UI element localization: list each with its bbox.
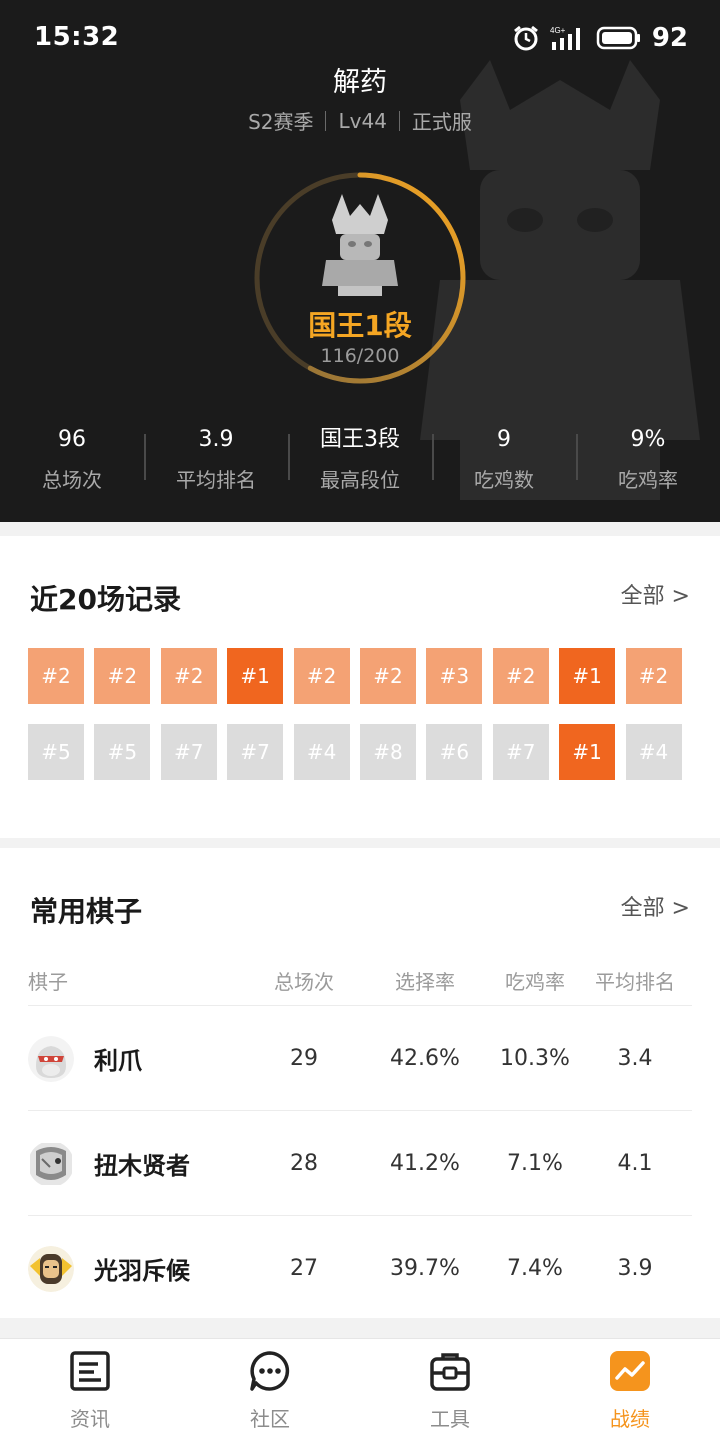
match-result-tile[interactable]: #6: [426, 724, 483, 780]
match-result-tile[interactable]: #1: [559, 648, 616, 704]
news-icon: [70, 1351, 110, 1391]
rank-progress-text: 116/200: [320, 345, 400, 367]
svg-text:4G+: 4G+: [550, 26, 566, 35]
recent-matches-card: 近20场记录 全部 > #2 #2 #2 #1 #2 #2 #3 #2 #1 #2 #5 #5 #7 #7…: [0, 536, 720, 838]
piece-win-rate: 7.1%: [507, 1151, 563, 1176]
piece-name: 光羽斥候: [94, 1257, 190, 1285]
tab-stats[interactable]: 战绩: [540, 1339, 720, 1440]
common-pieces-more-link[interactable]: 全部 >: [621, 890, 690, 922]
match-result-tile[interactable]: #2: [94, 648, 151, 704]
piece-games: 28: [290, 1151, 318, 1176]
match-result-tile[interactable]: #7: [160, 724, 217, 780]
match-result-tile[interactable]: #8: [359, 724, 416, 780]
stats-chart-icon: [610, 1351, 650, 1391]
stat-highest-rank: 国王3段 最高段位: [288, 424, 432, 493]
status-time: 15:32: [34, 22, 120, 52]
piece-pick-rate: 42.6%: [390, 1046, 460, 1071]
scout-avatar-icon: [28, 1245, 74, 1292]
piece-games: 27: [290, 1256, 318, 1281]
bottom-tab-bar: 资讯 社区 工具 战绩: [0, 1338, 720, 1440]
header-pick-rate: 选择率: [395, 969, 455, 994]
piece-name: 利爪: [94, 1047, 142, 1075]
king-rank-icon: [322, 194, 398, 296]
chat-icon: [250, 1351, 290, 1391]
piece-avg-rank: 4.1: [617, 1151, 653, 1176]
header-games: 总场次: [274, 969, 334, 994]
match-result-tile[interactable]: #2: [293, 648, 350, 704]
table-row[interactable]: 利爪 29 42.6% 10.3% 3.4: [28, 1005, 692, 1110]
stat-total-games: 96 总场次: [42, 427, 102, 492]
piece-name: 扭木贤者: [94, 1152, 190, 1180]
tab-community[interactable]: 社区: [180, 1339, 360, 1440]
match-result-tile[interactable]: #1: [227, 648, 284, 704]
stat-avg-rank: 3.9 平均排名: [144, 424, 288, 493]
match-result-tile[interactable]: #4: [625, 724, 682, 780]
match-result-tile[interactable]: #2: [359, 648, 416, 704]
match-result-tile[interactable]: #2: [28, 648, 84, 704]
header-win-rate: 吃鸡率: [505, 969, 565, 994]
level-label: Lv44: [338, 108, 387, 133]
claw-avatar-icon: [28, 1035, 74, 1082]
alarm-icon: [513, 25, 538, 51]
match-result-tile[interactable]: #5: [28, 724, 84, 780]
piece-avg-rank: 3.4: [617, 1046, 653, 1071]
current-rank: 国王1段: [308, 309, 412, 342]
sage-avatar-icon: [30, 1142, 72, 1185]
stat-win-rate: 9% 吃鸡率: [576, 424, 720, 493]
tab-stats-label: 战绩: [610, 1407, 650, 1431]
match-result-tile[interactable]: #1: [559, 724, 616, 780]
signal-icon: 4G+: [550, 26, 580, 50]
tab-tools-label: 工具: [430, 1407, 470, 1431]
recent-matches-more-link[interactable]: 全部 >: [621, 578, 690, 610]
match-grid: #2 #2 #2 #1 #2 #2 #3 #2 #1 #2 #5 #5 #7 #7 #4 #8 #6 #7 #1 #4: [28, 648, 692, 780]
match-result-tile[interactable]: #4: [293, 724, 350, 780]
piece-games: 29: [290, 1046, 318, 1071]
match-result-tile[interactable]: #3: [426, 648, 483, 704]
tab-community-label: 社区: [250, 1407, 290, 1431]
stat-wins: 9 吃鸡数: [432, 424, 576, 493]
server-label: 正式服: [411, 110, 472, 134]
match-result-tile[interactable]: #5: [94, 724, 151, 780]
piece-win-rate: 7.4%: [507, 1256, 563, 1281]
toolbox-icon: [430, 1353, 470, 1391]
common-pieces-card: 常用棋子 全部 > 棋子 总场次 选择率 吃鸡率 平均排名 利爪 29 42.6…: [0, 848, 720, 1318]
table-row[interactable]: 光羽斥候 27 39.7% 7.4% 3.9: [28, 1215, 692, 1320]
battery-level: 92: [651, 23, 688, 53]
tab-news-label: 资讯: [70, 1407, 110, 1431]
match-result-tile[interactable]: #7: [227, 724, 284, 780]
piece-pick-rate: 41.2%: [390, 1151, 460, 1176]
season-label: S2赛季: [248, 110, 314, 134]
piece-avg-rank: 3.9: [617, 1256, 653, 1281]
match-result-tile[interactable]: #2: [625, 648, 682, 704]
header-piece: 棋子: [28, 969, 68, 994]
piece-win-rate: 10.3%: [500, 1046, 570, 1071]
piece-pick-rate: 39.7%: [390, 1256, 460, 1281]
stats-row: 96 总场次 3.9 平均排名 国王3段 最高段位 9 吃鸡数 9% 吃鸡率: [0, 424, 720, 493]
recent-matches-title: 近20场记录: [30, 583, 181, 616]
pieces-table-header: 棋子 总场次 选择率 吃鸡率 平均排名: [28, 956, 692, 1004]
match-result-tile[interactable]: #7: [492, 724, 549, 780]
table-row[interactable]: 扭木贤者 28 41.2% 7.1% 4.1: [28, 1110, 692, 1215]
match-result-tile[interactable]: #2: [160, 648, 217, 704]
header-avg-rank: 平均排名: [595, 969, 675, 994]
tab-news[interactable]: 资讯: [0, 1339, 180, 1440]
player-name: 解药: [333, 67, 387, 98]
profile-header: 15:32 4G+ 92 解药 S2赛季 Lv44 正式服 国王1段 116/2…: [0, 0, 720, 522]
common-pieces-title: 常用棋子: [30, 895, 143, 928]
battery-icon: [596, 26, 640, 50]
tab-tools[interactable]: 工具: [360, 1339, 540, 1440]
player-meta: S2赛季 Lv44 正式服: [0, 106, 720, 135]
match-result-tile[interactable]: #2: [492, 648, 549, 704]
